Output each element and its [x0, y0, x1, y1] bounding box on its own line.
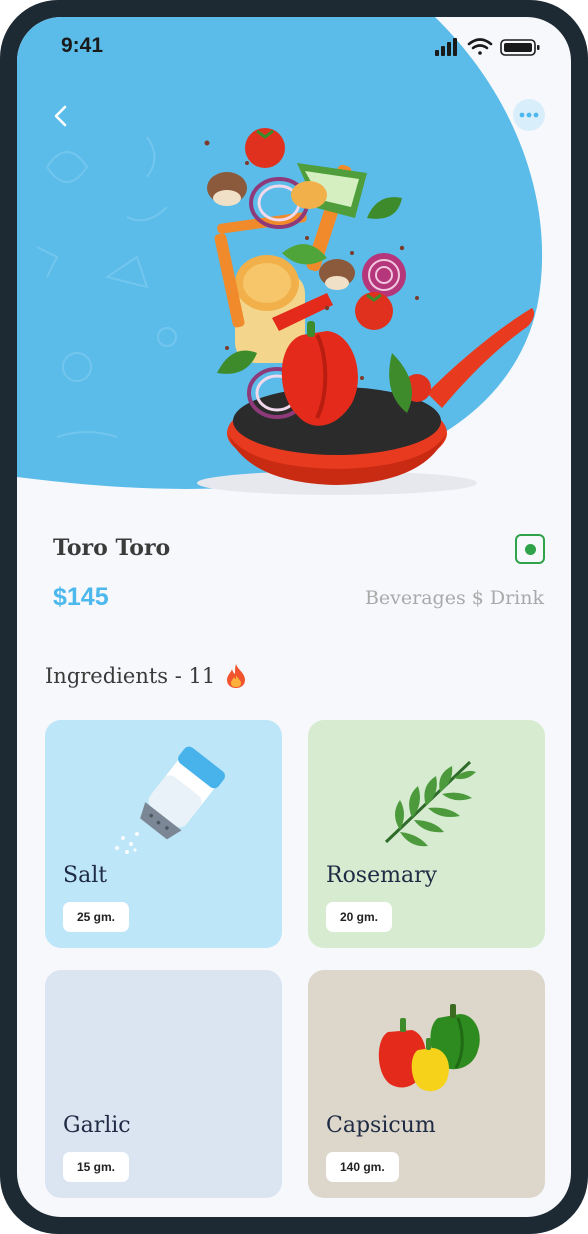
chevron-left-icon	[54, 105, 67, 127]
fire-icon	[227, 664, 246, 688]
ingredient-card-rosemary[interactable]: Rosemary 20 gm.	[308, 720, 545, 948]
ingredient-card-salt[interactable]: Salt 25 gm.	[45, 720, 282, 948]
dish-title: Toro Toro	[53, 535, 171, 561]
ingredient-qty: 140 gm.	[326, 1152, 399, 1182]
ingredient-qty: 20 gm.	[326, 902, 393, 932]
dish-illustration	[197, 128, 535, 495]
status-bar: 9:41	[17, 17, 571, 77]
salt-shaker-icon	[115, 746, 225, 854]
status-time: 9:41	[61, 34, 104, 57]
signal-icon	[435, 38, 457, 56]
battery-icon	[500, 39, 540, 56]
rosemary-icon	[384, 760, 476, 847]
dish-price: $145	[53, 583, 109, 611]
ingredients-heading-text: Ingredients - 11	[45, 664, 216, 688]
ingredient-name: Salt	[63, 863, 108, 888]
phone-frame: 9:41 Toro Toro $145 Beverages $ Drink In…	[0, 0, 588, 1234]
back-button[interactable]	[45, 101, 75, 131]
veg-indicator-icon	[515, 534, 545, 564]
bell-peppers-icon	[378, 1004, 480, 1092]
dish-category: Beverages $ Drink	[364, 587, 544, 609]
ingredients-heading: Ingredients - 11	[45, 663, 247, 689]
ingredient-name: Garlic	[63, 1113, 131, 1138]
status-icons	[435, 38, 540, 56]
wifi-icon	[467, 38, 493, 55]
ingredient-qty: 15 gm.	[63, 1152, 130, 1182]
ingredient-name: Rosemary	[326, 863, 438, 888]
screen: 9:41 Toro Toro $145 Beverages $ Drink In…	[17, 17, 571, 1217]
ingredient-card-capsicum[interactable]: Capsicum 140 gm.	[308, 970, 545, 1198]
ingredient-qty: 25 gm.	[63, 902, 130, 932]
ingredient-name: Capsicum	[326, 1113, 436, 1138]
ingredient-card-garlic[interactable]: Garlic 15 gm.	[45, 970, 282, 1198]
